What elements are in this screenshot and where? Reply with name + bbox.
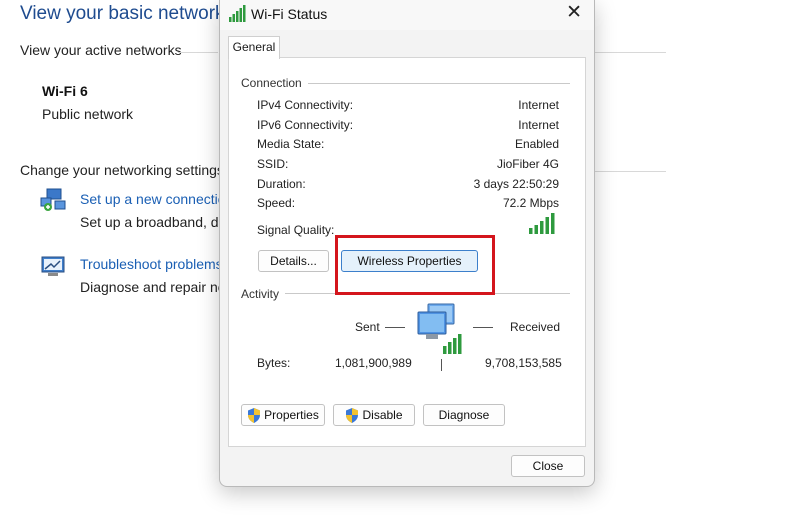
activity-group-label: Activity	[241, 287, 286, 301]
network-type: Public network	[42, 106, 134, 122]
divider	[594, 171, 666, 172]
signal-quality-icon	[529, 213, 555, 234]
bytes-sent-value: 1,081,900,989	[335, 356, 412, 370]
shield-icon	[248, 407, 261, 423]
signal-icon	[229, 5, 246, 22]
speed-value: 72.2 Mbps	[502, 196, 559, 210]
duration-label: Duration:	[257, 177, 306, 191]
properties-button-label: Properties	[264, 408, 319, 422]
signal-quality-label: Signal Quality:	[257, 223, 335, 237]
troubleshoot-icon	[41, 256, 65, 276]
details-button[interactable]: Details...	[258, 250, 329, 272]
media-state-label: Media State:	[257, 137, 325, 151]
connection-group-label: Connection	[241, 76, 308, 90]
close-button[interactable]: Close	[511, 455, 585, 477]
network-computers-icon	[417, 303, 462, 354]
tab-general[interactable]: General	[228, 36, 280, 59]
group-divider	[243, 293, 570, 294]
wifi-status-dialog: Wi-Fi Status ✕ General Connection IPv4 C…	[219, 0, 595, 487]
received-line	[473, 327, 493, 328]
duration-value: 3 days 22:50:29	[473, 177, 559, 191]
close-icon[interactable]: ✕	[566, 3, 582, 23]
wireless-properties-button[interactable]: Wireless Properties	[341, 250, 478, 272]
divider	[594, 52, 666, 53]
sent-line	[385, 327, 405, 328]
change-settings-heading: Change your networking settings	[20, 162, 224, 178]
ipv4-value: Internet	[518, 98, 559, 112]
properties-button[interactable]: Properties	[241, 404, 325, 426]
network-name: Wi-Fi 6	[42, 83, 88, 99]
ssid-label: SSID:	[257, 157, 289, 171]
bytes-label: Bytes:	[257, 356, 291, 370]
disable-button[interactable]: Disable	[333, 404, 415, 426]
received-label: Received	[510, 320, 561, 334]
ipv6-value: Internet	[518, 118, 559, 132]
disable-button-label: Disable	[362, 408, 403, 422]
ssid-value: JioFiber 4G	[496, 157, 559, 171]
title-bar: Wi-Fi Status ✕	[220, 0, 594, 30]
general-panel: Connection IPv4 Connectivity: Internet I…	[228, 57, 586, 447]
ipv4-label: IPv4 Connectivity:	[257, 98, 354, 112]
ipv6-label: IPv6 Connectivity:	[257, 118, 354, 132]
page-title: View your basic network i	[20, 3, 235, 24]
bytes-received-value: 9,708,153,585	[485, 356, 562, 370]
shield-icon	[346, 407, 359, 423]
troubleshoot-desc: Diagnose and repair ne	[80, 279, 226, 295]
divider	[178, 52, 218, 53]
diagnose-button[interactable]: Diagnose	[423, 404, 505, 426]
activity-divider	[441, 359, 442, 371]
troubleshoot-link[interactable]: Troubleshoot problems	[80, 256, 223, 272]
setup-connection-desc: Set up a broadband, dia	[80, 214, 230, 230]
setup-connection-link[interactable]: Set up a new connectio	[80, 191, 226, 207]
setup-connection-icon	[40, 188, 66, 211]
dialog-title: Wi-Fi Status	[251, 6, 328, 22]
active-networks-heading: View your active networks	[20, 42, 182, 58]
sent-label: Sent	[355, 320, 380, 334]
speed-label: Speed:	[257, 196, 296, 210]
media-state-value: Enabled	[514, 137, 559, 151]
